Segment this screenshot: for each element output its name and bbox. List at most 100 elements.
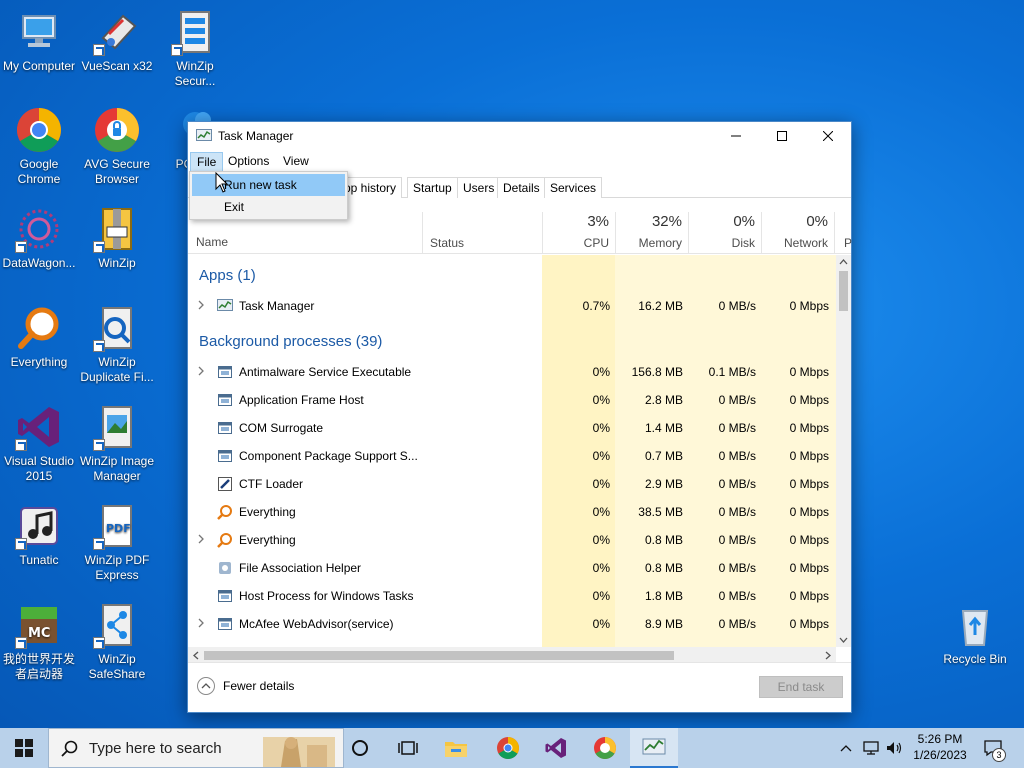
- service-icon: [218, 422, 232, 434]
- process-row[interactable]: Everything 0% 0.8 MB 0 MB/s 0 Mbps: [188, 526, 836, 554]
- desktop-icon-minecraft-launcher[interactable]: MC 我的世界开发者启动器: [0, 601, 78, 682]
- tray-volume[interactable]: [884, 728, 904, 768]
- desktop-icon-everything[interactable]: Everything: [0, 304, 78, 370]
- process-row[interactable]: Everything 0% 38.5 MB 0 MB/s 0 Mbps: [188, 498, 836, 526]
- desktop-icon-recycle-bin[interactable]: Recycle Bin: [936, 601, 1014, 667]
- task-manager-icon: [642, 738, 666, 755]
- tray-network[interactable]: [860, 728, 882, 768]
- ctf-loader-icon: [218, 477, 232, 491]
- taskbar-task-manager[interactable]: [630, 728, 678, 768]
- tray-notifications[interactable]: 3: [980, 728, 1006, 768]
- taskbar-task-view[interactable]: [384, 728, 432, 768]
- taskbar-clock[interactable]: 5:26 PM 1/26/2023: [905, 731, 975, 763]
- start-button[interactable]: [0, 728, 48, 768]
- desktop-icon-tunatic[interactable]: Tunatic: [0, 502, 78, 568]
- clock-date: 1/26/2023: [913, 748, 967, 762]
- scroll-down-icon[interactable]: [839, 636, 848, 644]
- horizontal-scroll-thumb[interactable]: [204, 651, 674, 660]
- scroll-up-icon[interactable]: [839, 258, 848, 266]
- process-row[interactable]: CTF Loader 0% 2.9 MB 0 MB/s 0 Mbps: [188, 470, 836, 498]
- shortcut-arrow-icon: [171, 44, 183, 56]
- chrome-icon: [15, 106, 63, 154]
- chevron-right-icon[interactable]: [197, 618, 205, 628]
- menu-bar: File Options View: [188, 150, 851, 172]
- scanner-icon: [93, 8, 141, 56]
- desktop-icon-winzip[interactable]: WinZip: [78, 205, 156, 271]
- column-power[interactable]: P: [834, 212, 852, 254]
- desktop-icon-my-computer[interactable]: My Computer: [0, 8, 78, 74]
- chrome-icon: [497, 737, 519, 759]
- task-manager-icon: [217, 299, 233, 311]
- fewer-details-button[interactable]: Fewer details: [197, 677, 294, 695]
- taskbar-avg-browser[interactable]: [581, 728, 629, 768]
- group-background-processes[interactable]: Background processes (39): [199, 333, 382, 350]
- vertical-scrollbar[interactable]: [836, 255, 851, 647]
- column-name[interactable]: Name: [196, 235, 228, 249]
- desktop-icon-winzip-pdf[interactable]: PDF WinZip PDF Express: [78, 502, 156, 583]
- process-row[interactable]: Component Package Support S... 0% 0.7 MB…: [188, 442, 836, 470]
- process-row[interactable]: Task Manager 0.7% 16.2 MB 0 MB/s 0 Mbps: [188, 292, 836, 320]
- process-row[interactable]: Application Frame Host 0% 2.8 MB 0 MB/s …: [188, 386, 836, 414]
- column-memory[interactable]: 32% Memory: [615, 212, 688, 254]
- taskbar-chrome[interactable]: [484, 728, 532, 768]
- process-row[interactable]: COM Surrogate 0% 1.4 MB 0 MB/s 0 Mbps: [188, 414, 836, 442]
- desktop-icon-winzip-safeshare[interactable]: WinZip SafeShare: [78, 601, 156, 682]
- menu-view[interactable]: View: [277, 152, 315, 170]
- process-row[interactable]: Host Process for Windows Tasks 0% 1.8 MB…: [188, 582, 836, 610]
- taskbar-cortana[interactable]: [336, 728, 384, 768]
- shortcut-arrow-icon: [93, 241, 105, 253]
- vertical-scroll-thumb[interactable]: [839, 271, 848, 311]
- svg-text:PDF: PDF: [106, 522, 131, 535]
- tab-users[interactable]: Users: [457, 177, 501, 198]
- recycle-bin-icon: [951, 601, 999, 649]
- scroll-right-icon[interactable]: [824, 651, 832, 660]
- taskbar-visual-studio[interactable]: [532, 728, 580, 768]
- scroll-left-icon[interactable]: [192, 651, 200, 660]
- column-network[interactable]: 0% Network: [761, 212, 834, 254]
- desktop-icon-visual-studio[interactable]: Visual Studio 2015: [0, 403, 78, 484]
- maximize-button[interactable]: [759, 122, 805, 150]
- group-apps[interactable]: Apps (1): [199, 267, 256, 284]
- menu-options[interactable]: Options: [222, 152, 275, 170]
- menu-file[interactable]: File: [190, 152, 224, 172]
- end-task-button[interactable]: End task: [759, 676, 843, 698]
- service-icon: [218, 394, 232, 406]
- title-bar[interactable]: Task Manager: [188, 122, 851, 150]
- menu-item-exit[interactable]: Exit: [192, 196, 345, 218]
- notification-count-badge: 3: [992, 748, 1006, 762]
- column-status[interactable]: Status: [422, 212, 542, 254]
- task-view-icon: [398, 741, 418, 755]
- column-disk[interactable]: 0% Disk: [688, 212, 761, 254]
- minimize-button[interactable]: [713, 122, 759, 150]
- minimize-icon: [731, 135, 741, 137]
- desktop-icon-datawagon[interactable]: DataWagon...: [0, 205, 78, 271]
- tray-show-hidden[interactable]: [836, 728, 856, 768]
- desktop-icon-winzip-secure[interactable]: WinZip Secur...: [156, 8, 234, 89]
- search-icon: [61, 740, 78, 757]
- desktop-icon-winzip-image[interactable]: WinZip Image Manager: [78, 403, 156, 484]
- chevron-right-icon[interactable]: [197, 534, 205, 544]
- file-association-icon: [219, 562, 231, 574]
- desktop-icon-avg-browser[interactable]: AVG Secure Browser: [78, 106, 156, 187]
- windows-logo-icon: [15, 739, 33, 757]
- taskbar-search-box[interactable]: Type here to search: [48, 728, 344, 768]
- shortcut-arrow-icon: [93, 439, 105, 451]
- search-placeholder: Type here to search: [89, 739, 222, 757]
- desktop-icon-winzip-duplicate[interactable]: WinZip Duplicate Fi...: [78, 304, 156, 385]
- desktop-icon-vuescan[interactable]: VueScan x32: [78, 8, 156, 74]
- chevron-right-icon[interactable]: [197, 366, 205, 376]
- process-row[interactable]: McAfee WebAdvisor(service) 0% 8.9 MB 0 M…: [188, 610, 836, 638]
- chevron-right-icon[interactable]: [197, 300, 205, 310]
- close-icon: [823, 131, 833, 141]
- tab-startup[interactable]: Startup: [407, 177, 458, 198]
- process-row[interactable]: File Association Helper 0% 0.8 MB 0 MB/s…: [188, 554, 836, 582]
- tab-services[interactable]: Services: [544, 177, 603, 198]
- process-row[interactable]: Antimalware Service Executable 0% 156.8 …: [188, 358, 836, 386]
- column-cpu[interactable]: 3% CPU: [542, 212, 615, 254]
- desktop-icon-chrome[interactable]: Google Chrome: [0, 106, 78, 187]
- avg-browser-icon: [93, 106, 141, 154]
- taskbar-file-explorer[interactable]: [432, 728, 480, 768]
- close-button[interactable]: [805, 122, 851, 150]
- tab-details[interactable]: Details: [497, 177, 546, 198]
- horizontal-scrollbar[interactable]: [188, 647, 836, 663]
